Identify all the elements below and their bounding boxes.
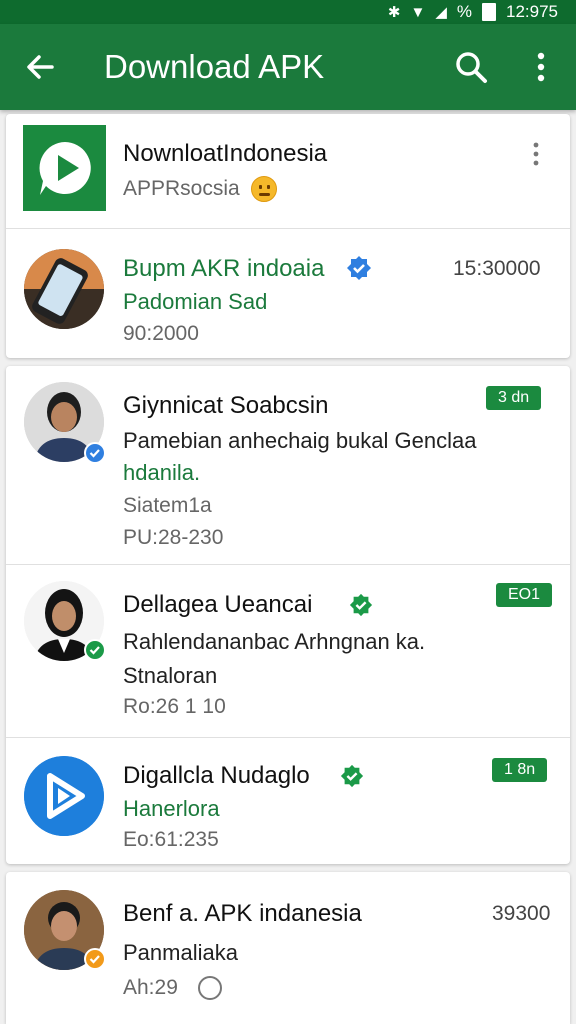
bluetooth-icon: ✱: [387, 3, 401, 21]
item-chip: EO1: [496, 583, 553, 607]
item-category: Stnaloran: [123, 663, 218, 688]
card-middle: Giynnicat Soabcsin 3 dn Pamebian anhecha…: [6, 366, 570, 864]
item-meta: Eo:61:235: [123, 828, 219, 851]
item-description-cont: hdanila.: [123, 460, 201, 485]
app-logo: [23, 125, 106, 211]
status-time: 12:975: [506, 2, 558, 21]
signal-icon: ◢: [435, 3, 447, 21]
header-subtitle: APPRsocsia: [123, 177, 240, 200]
item-category: Siatem1a: [123, 494, 212, 517]
item-description: Pamebian anhechaig bukal Genclaa: [123, 428, 477, 453]
card-bottom: Benf a. APK indanesia 39300 Panmaliaka A…: [6, 872, 570, 1024]
list-item[interactable]: Bupm AKR indoaia 15:30000 Padomian Sad 9…: [6, 229, 570, 358]
avatar: [24, 756, 104, 836]
item-meta: 90:2000: [123, 322, 199, 345]
item-subtitle: Hanerlora: [123, 796, 220, 821]
more-options-button[interactable]: [506, 52, 576, 82]
verified-badge-icon: [84, 948, 106, 970]
app-bar: Download APK: [0, 24, 576, 110]
verified-icon: [340, 764, 364, 788]
item-description: Rahlendananbac Arhngnan ka.: [123, 629, 426, 654]
item-name: Giynnicat Soabcsin: [123, 392, 329, 419]
search-button[interactable]: [436, 50, 506, 84]
list-item[interactable]: Benf a. APK indanesia 39300 Panmaliaka A…: [6, 872, 570, 1024]
item-time: 39300: [492, 902, 551, 925]
item-name: Benf a. APK indanesia: [123, 900, 362, 927]
back-button[interactable]: [0, 51, 80, 83]
battery-percent: %: [456, 2, 472, 21]
header-name: NownloatIndonesia: [123, 140, 328, 167]
item-name: Dellagea Ueancai: [123, 591, 313, 618]
verified-badge-icon: [84, 639, 106, 661]
verified-icon: [349, 593, 373, 617]
play-logo-icon: [39, 142, 91, 195]
item-name: Bupm AKR indoaia: [123, 255, 325, 282]
battery-icon: [482, 3, 496, 21]
header-row[interactable]: NownloatIndonesia APPRsocsia: [6, 114, 570, 228]
list-item[interactable]: Giynnicat Soabcsin 3 dn Pamebian anhecha…: [6, 366, 570, 564]
verified-icon: [346, 255, 372, 281]
item-meta: PU:28-230: [123, 526, 224, 549]
item-chip: 3 dn: [486, 386, 542, 410]
search-icon: [456, 52, 487, 83]
arrow-left-icon: [27, 55, 54, 79]
more-vert-icon: [533, 142, 539, 166]
card-menu-button[interactable]: [532, 142, 548, 168]
page-title: Download APK: [104, 48, 325, 85]
avatar: [24, 249, 104, 329]
list-item[interactable]: Digallcla Nudaglo 1 8n Hanerlora Eo:61:2…: [6, 738, 570, 864]
item-subtitle: Panmaliaka: [123, 940, 238, 965]
phone-image-icon: [24, 249, 104, 329]
card-top: NownloatIndonesia APPRsocsia Bupm AKR in…: [6, 114, 570, 358]
status-bar: ✱ ▼ ◢ % 12:975: [0, 0, 576, 24]
item-meta: Ah:29: [123, 976, 178, 999]
list-item[interactable]: Dellagea Ueancai EO1 Rahlendananbac Arhn…: [6, 565, 570, 737]
item-time: 15:30000: [453, 257, 541, 280]
item-name: Digallcla Nudaglo: [123, 762, 310, 789]
play-button-icon: [24, 756, 104, 836]
item-chip: 1 8n: [492, 758, 548, 782]
info-icon: [198, 976, 222, 1000]
item-meta: Ro:26 1 10: [123, 695, 226, 718]
more-vert-icon: [537, 52, 545, 82]
wifi-icon: ▼: [410, 3, 426, 21]
item-subtitle: Padomian Sad: [123, 289, 268, 314]
emoji-icon: [251, 176, 277, 202]
verified-badge-icon: [84, 442, 106, 464]
